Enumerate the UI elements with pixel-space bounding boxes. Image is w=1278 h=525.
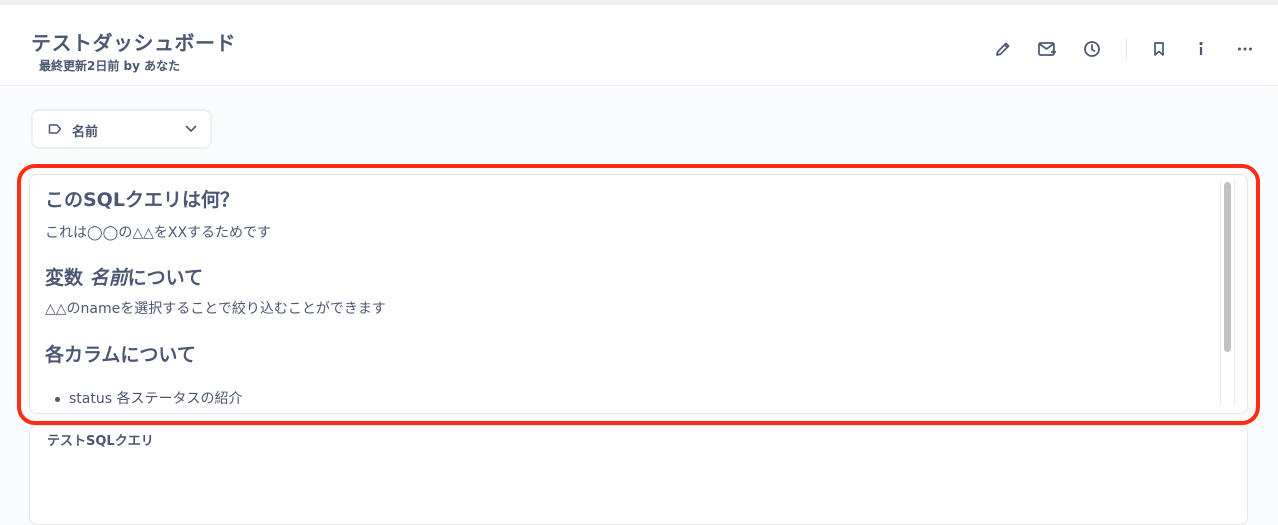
filter-label: 名前: [72, 125, 99, 140]
edit-button[interactable]: [989, 35, 1017, 63]
pencil-icon: [996, 42, 1010, 56]
highlight-frame: [17, 164, 1260, 425]
header-divider: [1126, 38, 1127, 60]
last-edited-info: 最終更新2日前 by あなた: [39, 59, 181, 73]
more-button[interactable]: [1231, 35, 1259, 63]
name-filter-widget[interactable]: 名前: [31, 109, 212, 149]
bookmark-button[interactable]: [1145, 35, 1173, 63]
subscriptions-button[interactable]: [1033, 35, 1061, 63]
ellipsis-icon: [1238, 47, 1252, 51]
query-card-title[interactable]: テストSQLクエリ: [47, 430, 154, 449]
mail-add-icon: [1038, 42, 1056, 56]
clock-icon: [1084, 41, 1100, 57]
info-button[interactable]: [1187, 35, 1215, 63]
dashboard-header: テストダッシュボード 最終更新2日前 by あなた: [0, 0, 1278, 86]
history-button[interactable]: [1078, 35, 1106, 63]
info-icon: [1199, 41, 1203, 55]
query-card[interactable]: テストSQLクエリ: [29, 425, 1248, 525]
dashboard-title[interactable]: テストダッシュボード: [31, 27, 236, 56]
bookmark-icon: [1154, 42, 1164, 56]
tag-icon: [48, 124, 62, 134]
chevron-down-icon: [185, 125, 197, 132]
